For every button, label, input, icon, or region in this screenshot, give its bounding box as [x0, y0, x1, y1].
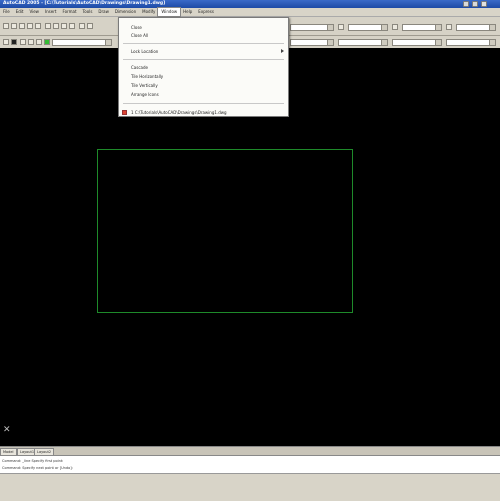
- print-icon[interactable]: [27, 23, 33, 29]
- menu-separator: [123, 43, 284, 44]
- lock-icon[interactable]: [36, 39, 42, 45]
- menu-modify[interactable]: Modify: [139, 8, 158, 16]
- lineweight-combo[interactable]: [392, 39, 442, 46]
- submenu-arrow-icon: [281, 49, 284, 53]
- menu-window[interactable]: Window: [157, 7, 182, 17]
- lightbulb-icon[interactable]: [20, 39, 26, 45]
- menu-insert[interactable]: Insert: [42, 8, 59, 16]
- dim-style-combo[interactable]: [348, 24, 388, 31]
- drawn-rectangle[interactable]: [97, 149, 353, 313]
- menu-draw[interactable]: Draw: [95, 8, 111, 16]
- menu-format[interactable]: Format: [59, 8, 79, 16]
- menu-separator: [123, 59, 284, 60]
- color-combo[interactable]: [290, 39, 334, 46]
- menu-view[interactable]: View: [26, 8, 42, 16]
- menu-item-arrange-icons[interactable]: Arrange Icons: [131, 92, 159, 97]
- color-swatch-icon[interactable]: [44, 39, 50, 45]
- layout-tabs: Model Layout1 Layout2: [0, 446, 500, 456]
- layer-combo[interactable]: [52, 39, 112, 46]
- command-history-line: Command: _line Specify first point:: [2, 459, 64, 463]
- menu-item-open-drawing[interactable]: 1 C:\Tutorials\AutoCAD\Drawings\Drawing1…: [131, 110, 227, 115]
- plotstyle-combo[interactable]: [446, 39, 496, 46]
- menu-item-lock-location[interactable]: Lock Location: [131, 49, 158, 54]
- layer-manager-icon[interactable]: [3, 39, 9, 45]
- menu-edit[interactable]: Edit: [13, 8, 27, 16]
- menu-dimension[interactable]: Dimension: [112, 8, 139, 16]
- workspace-combo[interactable]: [456, 24, 496, 31]
- window-title: AutoCAD 2005 - [C:\Tutorials\AutoCAD\Dra…: [3, 1, 166, 6]
- command-line[interactable]: Command: _line Specify first point: Comm…: [0, 455, 500, 474]
- match-properties-icon[interactable]: [69, 23, 75, 29]
- menu-help[interactable]: Help: [180, 8, 195, 16]
- menu-tools[interactable]: Tools: [80, 8, 96, 16]
- new-icon[interactable]: [3, 23, 9, 29]
- layer-state-icon[interactable]: [11, 39, 17, 45]
- window-menu-dropdown: Close Close All Lock Location Cascade Ti…: [118, 17, 289, 117]
- paste-icon[interactable]: [61, 23, 67, 29]
- menu-item-tile-horizontally[interactable]: Tile Horizontally: [131, 74, 163, 79]
- menu-bar: File Edit View Insert Format Tools Draw Dimensi…: [0, 7, 500, 17]
- minimize-button[interactable]: [463, 1, 469, 7]
- save-icon[interactable]: [19, 23, 25, 29]
- preview-icon[interactable]: [35, 23, 41, 29]
- text-style-combo[interactable]: [290, 24, 334, 31]
- open-icon[interactable]: [11, 23, 17, 29]
- sun-icon[interactable]: [28, 39, 34, 45]
- menu-item-cascade[interactable]: Cascade: [131, 65, 148, 70]
- status-bar: [0, 473, 500, 501]
- cut-icon[interactable]: [45, 23, 51, 29]
- copy-icon[interactable]: [53, 23, 59, 29]
- linetype-combo[interactable]: [338, 39, 388, 46]
- menu-item-close-all[interactable]: Close All: [131, 33, 148, 38]
- ucs-icon: ✕: [3, 425, 11, 435]
- checkmark-icon: [122, 110, 127, 115]
- undo-icon[interactable]: [79, 23, 85, 29]
- table-style-icon[interactable]: [392, 24, 398, 30]
- menu-item-tile-vertically[interactable]: Tile Vertically: [131, 83, 158, 88]
- help-icon[interactable]: [446, 24, 452, 30]
- menu-express[interactable]: Express: [195, 8, 217, 16]
- close-button[interactable]: [481, 1, 487, 7]
- table-style-combo[interactable]: [402, 24, 442, 31]
- redo-icon[interactable]: [87, 23, 93, 29]
- menu-item-close[interactable]: Close: [131, 25, 142, 30]
- command-prompt-line[interactable]: Command: Specify next point or [Undo]:: [2, 466, 73, 470]
- maximize-button[interactable]: [472, 1, 478, 7]
- menu-separator: [123, 103, 284, 104]
- dim-style-icon[interactable]: [338, 24, 344, 30]
- menu-file[interactable]: File: [0, 8, 13, 16]
- title-bar: AutoCAD 2005 - [C:\Tutorials\AutoCAD\Dra…: [0, 0, 500, 8]
